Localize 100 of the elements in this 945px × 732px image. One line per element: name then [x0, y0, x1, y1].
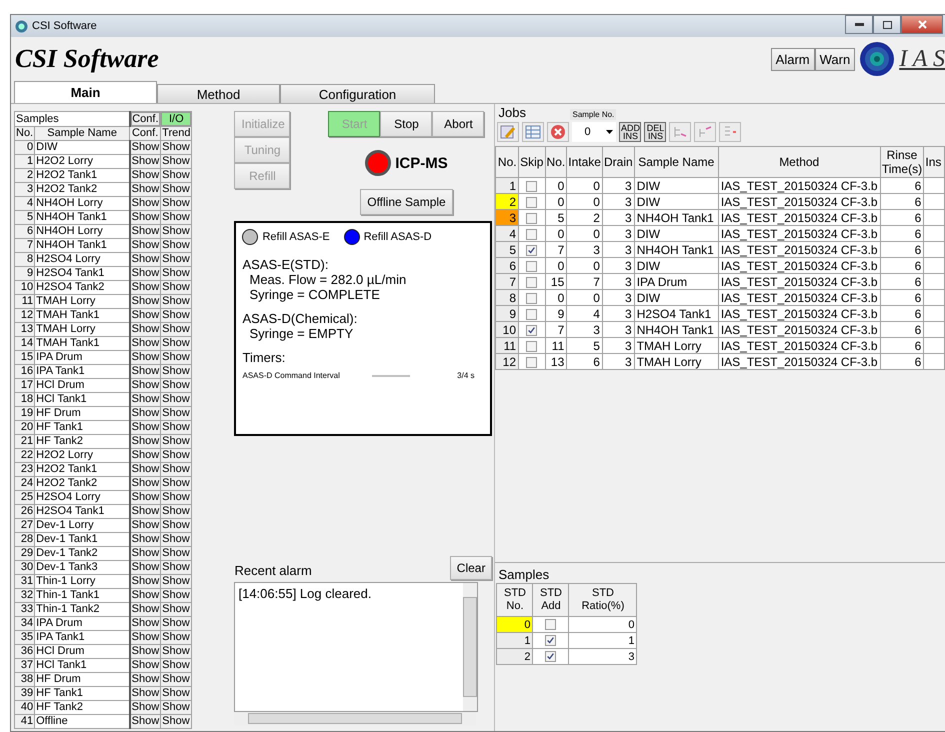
table-cell[interactable]: HCl Tank1: [34, 658, 130, 672]
tree-icon[interactable]: [694, 122, 716, 142]
show-link[interactable]: Show: [160, 574, 192, 588]
checkbox[interactable]: [526, 356, 538, 368]
show-link[interactable]: Show: [160, 392, 192, 406]
show-link[interactable]: Show: [160, 546, 192, 560]
table-cell[interactable]: HF Tank1: [34, 420, 130, 434]
clear-button[interactable]: Clear: [450, 556, 492, 580]
table-cell[interactable]: HF Tank2: [34, 700, 130, 714]
maximize-icon[interactable]: [873, 15, 901, 34]
show-link[interactable]: Show: [160, 210, 192, 224]
table-cell[interactable]: H2O2 Tank2: [34, 182, 130, 196]
table-cell[interactable]: NH4OH Lorry: [34, 224, 130, 238]
show-link[interactable]: Show: [160, 630, 192, 644]
show-link[interactable]: Show: [160, 294, 192, 308]
show-link[interactable]: Show: [160, 350, 192, 364]
show-link[interactable]: Show: [160, 168, 192, 182]
show-link[interactable]: Show: [160, 336, 192, 350]
checkbox[interactable]: [526, 260, 538, 272]
checkbox[interactable]: [526, 228, 538, 240]
table-cell[interactable]: HF Drum: [34, 672, 130, 686]
toggle-button[interactable]: I/O: [161, 112, 192, 126]
show-link[interactable]: Show: [160, 700, 192, 714]
insert-button[interactable]: ADD INS: [619, 122, 642, 142]
table-cell[interactable]: H2O2 Tank1: [34, 168, 130, 182]
table-cell[interactable]: H2SO4 Tank1: [34, 504, 130, 518]
table-cell[interactable]: H2SO4 Tank2: [34, 280, 130, 294]
tab[interactable]: Method: [157, 84, 280, 103]
scrollbar[interactable]: [463, 583, 478, 711]
show-link[interactable]: Show: [160, 714, 192, 728]
table-cell[interactable]: Dev-1 Lorry: [34, 518, 130, 532]
edit-list-icon[interactable]: [497, 122, 520, 142]
show-link[interactable]: Show: [160, 196, 192, 210]
table-cell[interactable]: HF Tank1: [34, 686, 130, 700]
table-cell[interactable]: Dev-1 Tank2: [34, 546, 130, 560]
show-link[interactable]: Show: [160, 532, 192, 546]
table-cell[interactable]: IPA Drum: [34, 350, 130, 364]
show-link[interactable]: Show: [160, 238, 192, 252]
table-icon[interactable]: [522, 122, 544, 142]
delete-icon[interactable]: [547, 122, 570, 142]
table-cell[interactable]: IPA Tank1: [34, 630, 130, 644]
checkbox[interactable]: [526, 276, 538, 288]
header-button[interactable]: Warn: [814, 48, 856, 70]
show-link[interactable]: Show: [160, 686, 192, 700]
table-cell[interactable]: H2SO4 Tank1: [34, 266, 130, 280]
show-link[interactable]: Show: [160, 224, 192, 238]
show-link[interactable]: Show: [160, 616, 192, 630]
run-button[interactable]: Abort: [432, 111, 484, 137]
checkbox[interactable]: [526, 196, 538, 208]
table-cell[interactable]: NH4OH Tank1: [34, 238, 130, 252]
show-link[interactable]: Show: [160, 602, 192, 616]
table-cell[interactable]: TMAH Tank1: [34, 308, 130, 322]
show-link[interactable]: Show: [160, 644, 192, 658]
table-cell[interactable]: IPA Drum: [34, 616, 130, 630]
table-cell[interactable]: HCl Drum: [34, 378, 130, 392]
table-cell[interactable]: Dev-1 Tank1: [34, 532, 130, 546]
minimize-icon[interactable]: [845, 15, 873, 34]
table-cell[interactable]: HF Tank2: [34, 434, 130, 448]
checkbox[interactable]: [545, 635, 556, 646]
show-link[interactable]: Show: [160, 560, 192, 574]
checkbox[interactable]: [545, 651, 556, 662]
table-cell[interactable]: TMAH Lorry: [34, 294, 130, 308]
table-cell[interactable]: H2O2 Tank1: [34, 462, 130, 476]
tab[interactable]: Configuration: [280, 84, 435, 103]
show-link[interactable]: Show: [160, 280, 192, 294]
tab[interactable]: Main: [14, 81, 157, 103]
show-link[interactable]: Show: [160, 364, 192, 378]
close-icon[interactable]: [901, 15, 943, 34]
table-cell[interactable]: HCl Drum: [34, 644, 130, 658]
table-cell[interactable]: Thin-1 Lorry: [34, 574, 130, 588]
table-cell[interactable]: H2O2 Lorry: [34, 154, 130, 168]
show-link[interactable]: Show: [160, 462, 192, 476]
show-link[interactable]: Show: [160, 252, 192, 266]
show-link[interactable]: Show: [160, 182, 192, 196]
table-cell[interactable]: DIW: [34, 140, 130, 154]
table-cell[interactable]: NH4OH Tank1: [34, 210, 130, 224]
show-link[interactable]: Show: [160, 378, 192, 392]
table-cell[interactable]: Thin-1 Tank2: [34, 602, 130, 616]
show-link[interactable]: Show: [160, 672, 192, 686]
show-link[interactable]: Show: [160, 434, 192, 448]
table-cell[interactable]: IPA Tank1: [34, 364, 130, 378]
table-cell[interactable]: TMAH Lorry: [34, 322, 130, 336]
table-cell[interactable]: TMAH Tank1: [34, 336, 130, 350]
table-cell[interactable]: H2O2 Lorry: [34, 448, 130, 462]
table-cell[interactable]: H2SO4 Lorry: [34, 252, 130, 266]
checkbox[interactable]: [526, 180, 538, 192]
show-link[interactable]: Show: [160, 140, 192, 154]
checkbox[interactable]: [526, 308, 538, 320]
checkbox[interactable]: [526, 292, 538, 304]
show-link[interactable]: Show: [160, 266, 192, 280]
table-cell[interactable]: HF Drum: [34, 406, 130, 420]
show-link[interactable]: Show: [160, 490, 192, 504]
table-cell[interactable]: NH4OH Lorry: [34, 196, 130, 210]
show-link[interactable]: Show: [160, 476, 192, 490]
table-cell[interactable]: H2O2 Tank2: [34, 476, 130, 490]
run-button[interactable]: Stop: [380, 111, 432, 137]
sample-no-dropdown[interactable]: 0: [572, 122, 616, 142]
checkbox[interactable]: [545, 619, 556, 630]
table-cell[interactable]: HCl Tank1: [34, 392, 130, 406]
show-link[interactable]: Show: [160, 308, 192, 322]
